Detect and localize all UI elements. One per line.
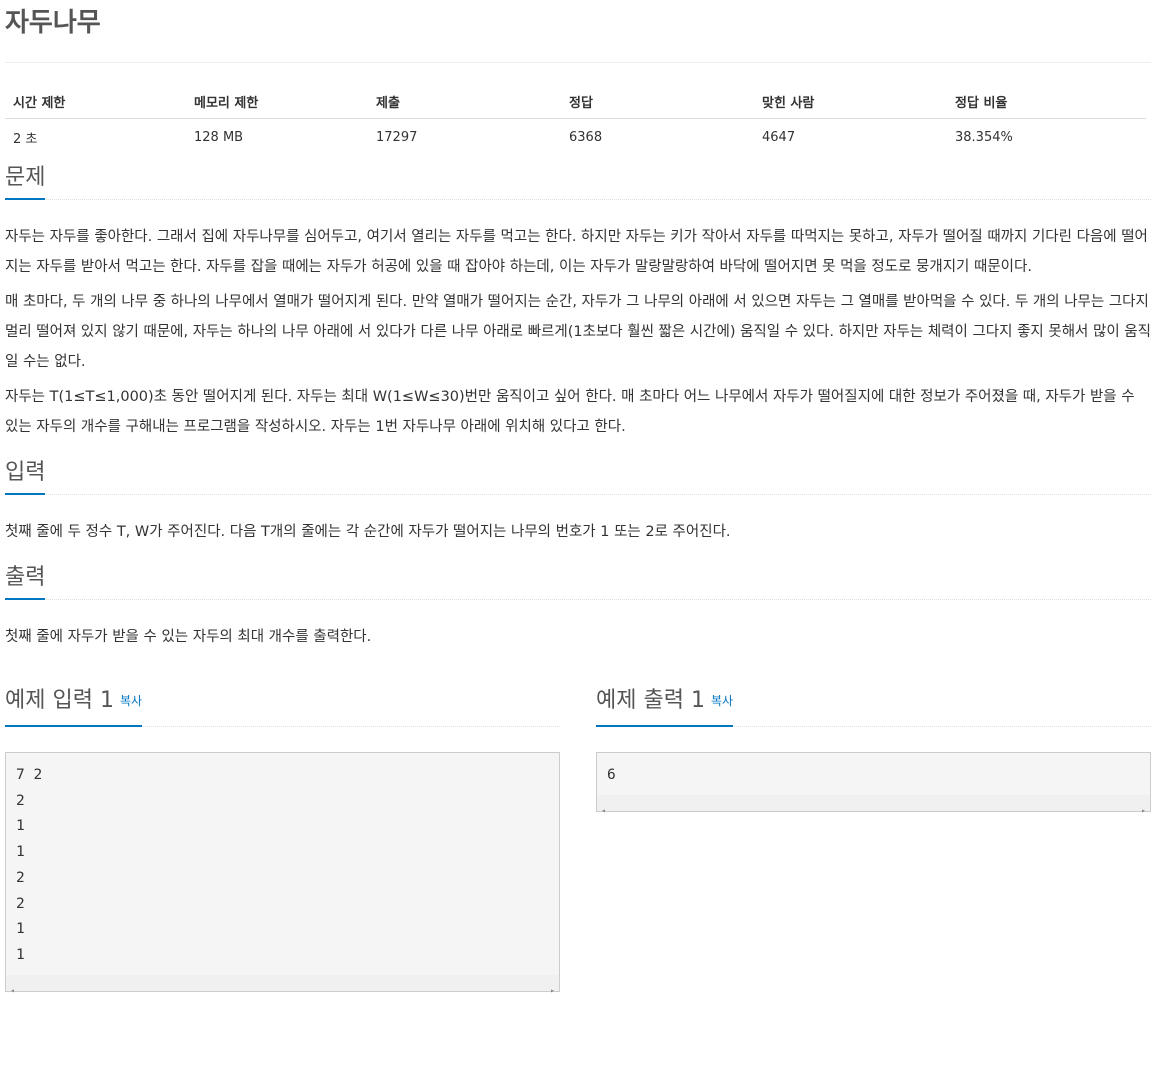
input-section: 입력 첫째 줄에 두 정수 T, W가 주어진다. 다음 T개의 줄에는 각 순… (5, 456, 1151, 547)
sample-output-content: 6 (607, 767, 616, 783)
value-memory-limit: 128 MB (194, 129, 244, 145)
input-heading: 입력 (5, 457, 46, 495)
sample-input-box[interactable]: 7 2 2 1 1 2 2 1 1 ◂ ▸ (5, 752, 560, 995)
sample-input-title: 예제 입력 1 (5, 688, 114, 713)
scroll-left-icon[interactable]: ◂ (10, 978, 15, 1004)
output-section: 출력 첫째 줄에 자두가 받을 수 있는 자두의 최대 개수를 출력한다. (5, 561, 1151, 652)
sample-input-block: 예제 입력 1 복사 7 2 2 1 1 2 2 1 1 ◂ ▸ (5, 670, 560, 995)
header-submissions: 제출 (368, 84, 561, 119)
value-time-limit: 2 초 (13, 131, 38, 147)
info-header-row: 시간 제한 메모리 제한 제출 정답 맞힌 사람 정답 비율 (5, 84, 1146, 119)
sample-input-scrollbar[interactable]: ◂ ▸ (6, 974, 559, 995)
info-value-row: 2 초 128 MB 17297 6368 4647 38.354% (5, 119, 1146, 156)
problem-paragraph-3: 자두는 T(1≤T≤1,000)초 동안 떨어지게 된다. 자두는 최대 W(1… (5, 389, 1135, 435)
problem-info-table: 시간 제한 메모리 제한 제출 정답 맞힌 사람 정답 비율 2 초 128 M… (5, 84, 1146, 155)
sample-output-heading-bar: 예제 출력 1 복사 (596, 670, 1151, 727)
header-time-limit: 시간 제한 (5, 84, 186, 119)
output-description: 첫째 줄에 자두가 받을 수 있는 자두의 최대 개수를 출력한다. (5, 629, 372, 645)
problem-paragraph-1: 자두는 자두를 좋아한다. 그래서 집에 자두나무를 심어두고, 여기서 열리는… (5, 229, 1148, 275)
sample-output-copy-button[interactable]: 복사 (711, 694, 733, 708)
problem-section: 문제 자두는 자두를 좋아한다. 그래서 집에 자두나무를 심어두고, 여기서 … (5, 161, 1151, 442)
output-heading: 출력 (5, 562, 46, 600)
scroll-right-icon[interactable]: ▸ (1141, 798, 1146, 824)
header-ratio: 정답 비율 (947, 84, 1146, 119)
input-heading-bar: 입력 (5, 456, 1151, 495)
value-solvers: 4647 (762, 129, 796, 145)
problem-page: 자두나무 시간 제한 메모리 제한 제출 정답 맞힌 사람 정답 비율 2 초 … (5, 0, 1151, 995)
header-solvers: 맞힌 사람 (754, 84, 947, 119)
page-title: 자두나무 (5, 0, 1151, 63)
examples-row: 예제 입력 1 복사 7 2 2 1 1 2 2 1 1 ◂ ▸ 예제 출력 1 복사… (5, 670, 1151, 995)
problem-heading: 문제 (5, 162, 46, 200)
output-heading-bar: 출력 (5, 561, 1151, 600)
value-accepted: 6368 (569, 129, 603, 145)
problem-heading-bar: 문제 (5, 161, 1151, 200)
value-ratio: 38.354% (955, 129, 1013, 145)
input-description: 첫째 줄에 두 정수 T, W가 주어진다. 다음 T개의 줄에는 각 순간에 … (5, 524, 731, 540)
problem-paragraph-2: 매 초마다, 두 개의 나무 중 하나의 나무에서 열매가 떨어지게 된다. 만… (5, 294, 1151, 370)
scroll-right-icon[interactable]: ▸ (550, 978, 555, 1004)
header-memory-limit: 메모리 제한 (186, 84, 368, 119)
sample-output-scrollbar[interactable]: ◂ ▸ (597, 794, 1150, 815)
sample-input-copy-button[interactable]: 복사 (120, 694, 142, 708)
value-submissions: 17297 (376, 129, 418, 145)
sample-output-title: 예제 출력 1 (596, 688, 705, 713)
sample-output-box[interactable]: 6 ◂ ▸ (596, 752, 1151, 815)
sample-input-heading-bar: 예제 입력 1 복사 (5, 670, 560, 727)
sample-input-heading: 예제 입력 1 복사 (5, 681, 143, 727)
sample-output-heading: 예제 출력 1 복사 (596, 681, 734, 727)
header-accepted: 정답 (561, 84, 754, 119)
scroll-left-icon[interactable]: ◂ (601, 798, 606, 824)
sample-input-content: 7 2 2 1 1 2 2 1 1 (16, 767, 43, 963)
sample-output-block: 예제 출력 1 복사 6 ◂ ▸ (596, 670, 1151, 992)
